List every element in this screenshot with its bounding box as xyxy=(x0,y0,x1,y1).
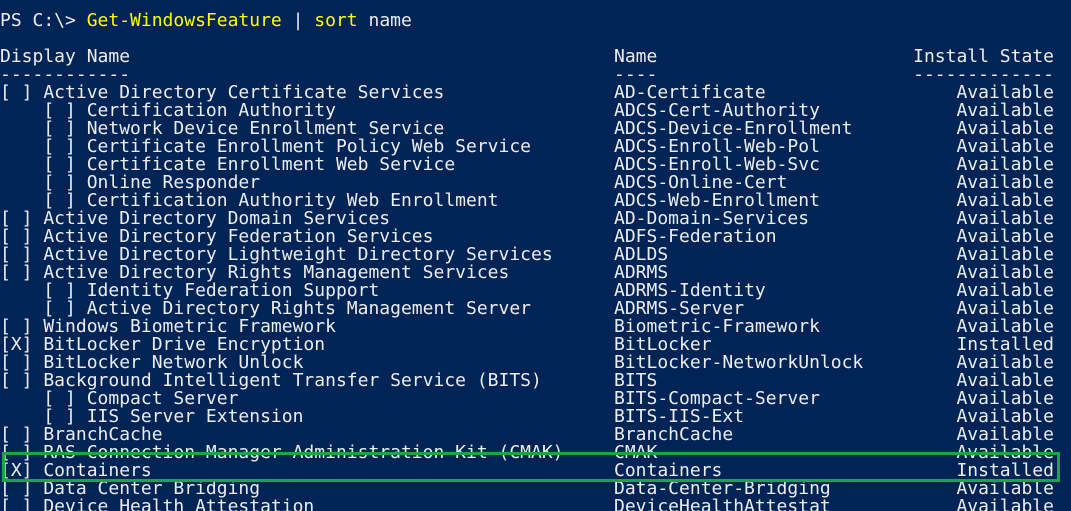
powershell-console[interactable]: PS C:\> Get-WindowsFeature | sort name D… xyxy=(0,0,1071,511)
cmdlet-sort: sort xyxy=(314,10,358,31)
feature-name: DeviceHealthAttestat xyxy=(614,496,831,511)
sort-argument: name xyxy=(357,10,412,31)
pipe-symbol: | xyxy=(281,10,315,31)
cmdlet-get-windowsfeature: Get-WindowsFeature xyxy=(86,10,282,31)
table-row: [ ] Device Health Attestation DeviceHealt… xyxy=(0,498,1071,511)
feature-display-name: [ ] Device Health Attestation xyxy=(0,496,315,511)
containers-highlight-box xyxy=(2,452,1060,482)
table-header: Display Name Name Install State xyxy=(0,48,1071,66)
prompt-line: PS C:\> Get-WindowsFeature | sort name xyxy=(0,12,412,30)
feature-install-state: Available xyxy=(956,496,1054,511)
prompt-path: PS C:\> xyxy=(0,10,87,31)
